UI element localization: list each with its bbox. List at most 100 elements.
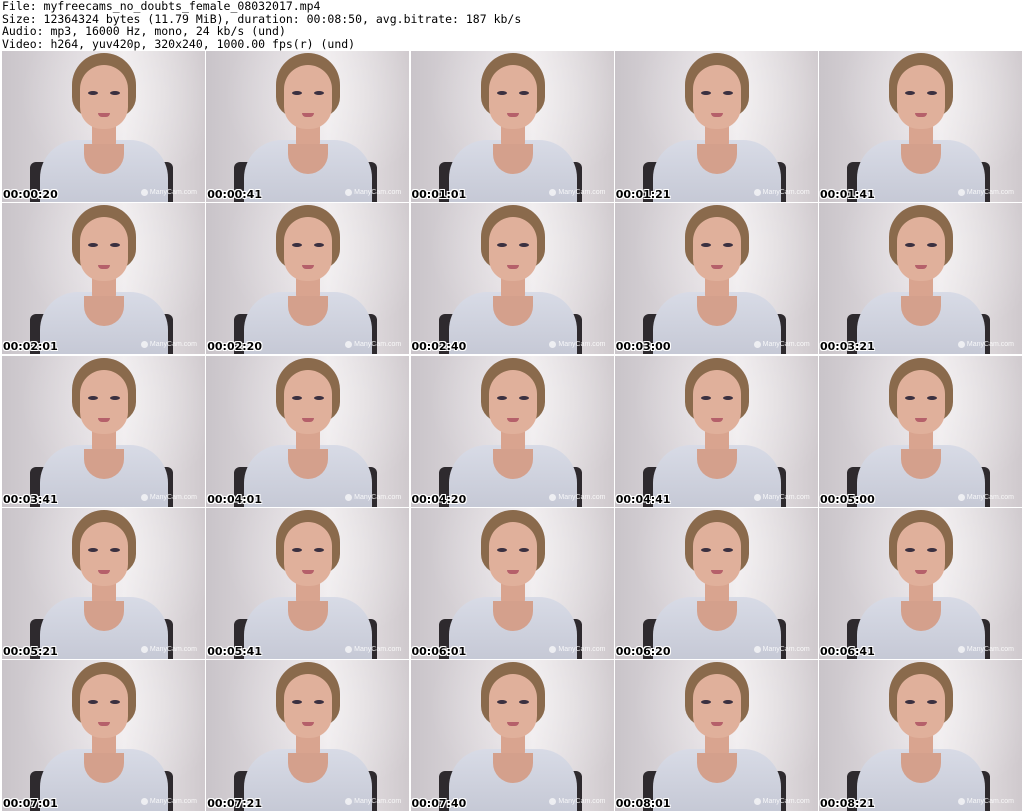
- watermark: ManyCam.com: [140, 341, 197, 349]
- watermark: ManyCam.com: [345, 798, 401, 805]
- watermark: ManyCam.com: [549, 189, 606, 196]
- person-face: [80, 521, 128, 586]
- camera-icon: [549, 493, 557, 501]
- video-frame-thumbnail: ManyCam.com 00:03:00: [614, 203, 818, 355]
- watermark-text: ManyCam.com: [966, 645, 1014, 653]
- video-frame-thumbnail: ManyCam.com 00:03:41: [2, 355, 205, 507]
- video-frame-thumbnail: ManyCam.com 00:07:40: [410, 660, 614, 811]
- camera-icon: [140, 493, 148, 501]
- eye-right: [518, 547, 529, 552]
- person-face: [692, 369, 741, 434]
- video-frame-thumbnail: ManyCam.com 00:03:21: [819, 203, 1022, 355]
- eye-right: [722, 700, 733, 704]
- watermark-text: ManyCam.com: [762, 189, 810, 196]
- camera-icon: [753, 493, 761, 501]
- video-frame-thumbnail: ManyCam.com 00:01:41: [819, 51, 1022, 202]
- mouth: [98, 417, 110, 422]
- camera-icon: [753, 341, 761, 349]
- watermark: ManyCam.com: [140, 493, 197, 501]
- eye-left: [700, 700, 711, 704]
- watermark-text: ManyCam.com: [558, 341, 606, 349]
- timestamp: 00:05:41: [207, 644, 262, 658]
- watermark-text: ManyCam.com: [354, 189, 402, 196]
- timestamp: 00:02:20: [207, 340, 262, 354]
- watermark-text: ManyCam.com: [354, 798, 402, 805]
- watermark: ManyCam.com: [140, 798, 197, 805]
- watermark-text: ManyCam.com: [966, 341, 1014, 349]
- timestamp: 00:03:41: [3, 492, 58, 506]
- timestamp: 00:04:01: [207, 492, 262, 506]
- eye-right: [518, 91, 529, 95]
- video-frame-thumbnail: ManyCam.com 00:02:40: [410, 203, 614, 355]
- camera-icon: [140, 798, 148, 805]
- eye-left: [496, 395, 507, 400]
- watermark-text: ManyCam.com: [966, 493, 1014, 501]
- person-face: [897, 217, 945, 282]
- timestamp: 00:07:01: [3, 797, 58, 810]
- timestamp: 00:01:01: [411, 188, 467, 201]
- watermark-text: ManyCam.com: [149, 341, 197, 349]
- eye-right: [927, 700, 937, 704]
- video-frame-thumbnail: ManyCam.com 00:05:41: [206, 507, 410, 659]
- audio-line: Audio: mp3, 16000 Hz, mono, 24 kb/s (und…: [2, 24, 286, 39]
- watermark: ManyCam.com: [345, 189, 401, 196]
- camera-icon: [957, 645, 965, 653]
- mouth: [915, 569, 927, 574]
- timestamp: 00:06:41: [820, 644, 875, 658]
- eye-right: [927, 395, 937, 400]
- camera-icon: [753, 645, 761, 653]
- camera-icon: [140, 645, 148, 653]
- watermark-text: ManyCam.com: [149, 645, 197, 653]
- person-face: [80, 217, 128, 282]
- watermark: ManyCam.com: [753, 798, 810, 805]
- mouth: [302, 417, 315, 422]
- watermark-text: ManyCam.com: [354, 493, 402, 501]
- video-frame-thumbnail: ManyCam.com 00:04:41: [614, 355, 818, 507]
- timestamp: 00:04:20: [411, 492, 467, 506]
- watermark: ManyCam.com: [957, 645, 1014, 653]
- watermark-text: ManyCam.com: [762, 798, 810, 805]
- person-face: [284, 369, 333, 434]
- person-face: [284, 217, 333, 282]
- eye-left: [700, 395, 711, 400]
- video-frame-thumbnail: ManyCam.com 00:00:41: [206, 51, 410, 202]
- camera-icon: [345, 798, 353, 805]
- person-face: [897, 521, 945, 586]
- mouth: [506, 113, 519, 117]
- eye-left: [496, 547, 507, 552]
- timestamp: 00:03:00: [615, 340, 671, 354]
- person-face: [897, 65, 945, 129]
- mouth: [915, 417, 927, 422]
- person-face: [80, 674, 128, 738]
- eye-left: [700, 91, 711, 95]
- video-frame-thumbnail: ManyCam.com 00:01:21: [614, 51, 818, 202]
- timestamp: 00:03:21: [820, 340, 875, 354]
- person-face: [488, 217, 537, 282]
- watermark-text: ManyCam.com: [558, 645, 606, 653]
- watermark: ManyCam.com: [753, 493, 810, 501]
- person-face: [80, 65, 128, 129]
- person-face: [488, 65, 537, 129]
- timestamp: 00:00:41: [207, 188, 262, 201]
- mouth: [98, 569, 110, 574]
- watermark: ManyCam.com: [345, 645, 401, 653]
- eye-left: [905, 395, 915, 400]
- video-frame-thumbnail: ManyCam.com 00:04:01: [206, 355, 410, 507]
- mouth: [710, 569, 723, 574]
- eye-right: [110, 91, 120, 95]
- video-frame-thumbnail: ManyCam.com 00:00:20: [2, 51, 205, 202]
- eye-right: [110, 700, 120, 704]
- video-frame-thumbnail: ManyCam.com 00:05:21: [2, 507, 205, 659]
- watermark: ManyCam.com: [345, 341, 401, 349]
- timestamp: 00:06:01: [411, 644, 467, 658]
- video-frame-thumbnail: ManyCam.com 00:06:01: [410, 507, 614, 659]
- watermark-text: ManyCam.com: [149, 189, 197, 196]
- camera-icon: [345, 341, 353, 349]
- watermark: ManyCam.com: [549, 798, 606, 805]
- eye-left: [700, 547, 711, 552]
- info-header: File: myfreecams_no_doubts_female_080320…: [2, 0, 1022, 50]
- camera-icon: [957, 798, 965, 805]
- timestamp: 00:07:40: [411, 797, 467, 810]
- camera-icon: [140, 341, 148, 349]
- camera-icon: [345, 189, 353, 196]
